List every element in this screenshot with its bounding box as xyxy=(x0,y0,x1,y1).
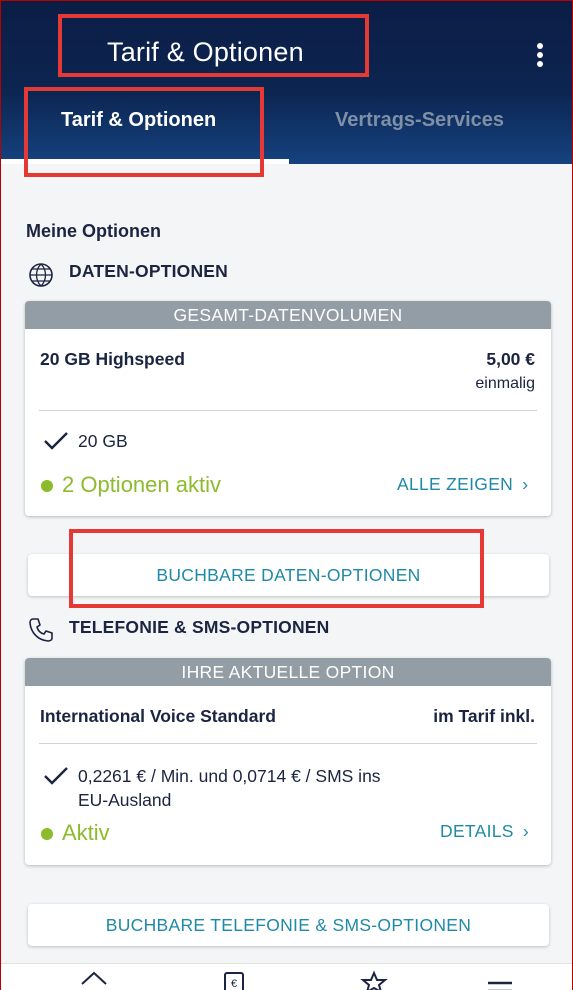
kebab-menu-icon[interactable] xyxy=(531,41,551,69)
check-icon xyxy=(44,767,68,785)
status-text: 2 Optionen aktiv xyxy=(62,472,221,497)
book-telephony-options-button[interactable]: BUCHBARE TELEFONIE & SMS-OPTIONEN xyxy=(28,904,549,946)
tab-tarif-optionen[interactable]: Tarif & Optionen xyxy=(61,109,216,132)
status-dot-icon xyxy=(41,828,53,840)
option-price: 5,00 € xyxy=(486,349,535,369)
status-text: Aktiv xyxy=(62,820,110,845)
divider xyxy=(39,410,537,411)
globe-icon xyxy=(29,263,53,287)
details-link[interactable]: DETAILS › xyxy=(440,821,529,842)
app-header: Tarif & Optionen Tarif & Optionen Vertra… xyxy=(1,1,572,164)
telephony-options-card: IHRE AKTUELLE OPTION International Voice… xyxy=(25,658,551,865)
telephony-options-heading: TELEFONIE & SMS-OPTIONEN xyxy=(69,617,330,637)
chevron-right-icon: › xyxy=(522,821,530,841)
price-note: einmalig xyxy=(475,375,535,392)
divider xyxy=(39,743,537,744)
option-name: 20 GB Highspeed xyxy=(40,349,185,369)
bottom-navigation: € xyxy=(1,963,572,990)
phone-icon xyxy=(29,618,53,642)
details-label: DETAILS xyxy=(440,821,514,841)
status-dot-icon xyxy=(41,480,53,492)
main-content: Meine Optionen DATEN-OPTIONEN GESAMT-DAT… xyxy=(1,164,572,990)
section-title: Meine Optionen xyxy=(26,221,161,241)
feature-text: 0,2261 € / Min. und 0,0714 € / SMS ins E… xyxy=(78,764,381,812)
chevron-right-icon: › xyxy=(522,474,529,494)
card-header: GESAMT-DATENVOLUMEN xyxy=(25,301,551,329)
data-options-heading: DATEN-OPTIONEN xyxy=(69,261,229,281)
data-options-card: GESAMT-DATENVOLUMEN 20 GB Highspeed 5,00… xyxy=(25,301,551,516)
card-header: IHRE AKTUELLE OPTION xyxy=(25,658,551,686)
feature-line: 0,2261 € / Min. und 0,0714 € / SMS ins xyxy=(78,766,381,786)
show-all-label: ALLE ZEIGEN xyxy=(397,474,514,494)
home-icon[interactable] xyxy=(79,970,109,990)
feature-text: 20 GB xyxy=(78,431,128,451)
star-icon[interactable] xyxy=(359,970,389,990)
show-all-link[interactable]: ALLE ZEIGEN › xyxy=(397,474,528,495)
book-data-options-button[interactable]: BUCHBARE DATEN-OPTIONEN xyxy=(28,554,549,596)
page-title: Tarif & Optionen xyxy=(107,37,304,67)
svg-text:€: € xyxy=(231,978,237,990)
bill-icon[interactable]: € xyxy=(219,970,249,990)
tab-vertrags-services[interactable]: Vertrags-Services xyxy=(335,109,504,132)
menu-icon[interactable] xyxy=(485,970,515,990)
option-price: im Tarif inkl. xyxy=(433,706,535,726)
check-icon xyxy=(44,432,68,450)
option-name: International Voice Standard xyxy=(40,706,276,726)
feature-line: EU-Ausland xyxy=(78,790,172,810)
